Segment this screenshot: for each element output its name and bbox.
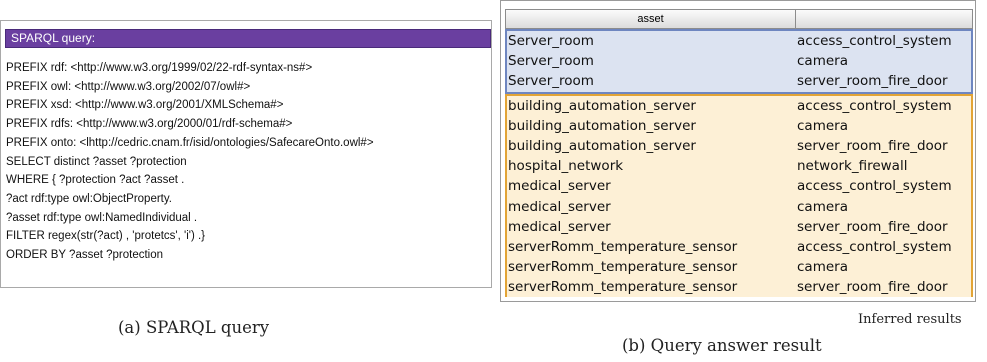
cell-asset: serverRomm_temperature_sensor: [508, 279, 738, 296]
table-row[interactable]: medical_server server_room_fire_door: [507, 217, 971, 237]
table-row[interactable]: serverRomm_temperature_sensor camera: [507, 257, 971, 277]
query-line: ?asset rdf:type owl:NamedIndividual .: [6, 211, 198, 224]
query-line: FILTER regex(str(?act) , 'protetcs', 'i'…: [6, 230, 206, 243]
query-line: WHERE { ?protection ?act ?asset .: [6, 174, 185, 187]
table-row[interactable]: medical_server camera: [507, 197, 971, 217]
cell-protection: server_room_fire_door: [797, 218, 948, 235]
query-line: PREFIX owl: <http://www.w3.org/2002/07/o…: [6, 80, 251, 93]
inferred-results-label: Inferred results: [858, 312, 962, 327]
cell-asset: Server_room: [508, 33, 594, 49]
results-table-panel: asset Server_room access_control_system Se…: [500, 0, 976, 302]
table-row[interactable]: hospital_network network_firewall: [507, 156, 971, 176]
column-header-protection[interactable]: [796, 10, 972, 28]
table-row[interactable]: medical_server access_control_system: [507, 176, 971, 196]
cell-asset: medical_server: [508, 198, 611, 215]
table-row[interactable]: building_automation_server access_control…: [507, 96, 971, 116]
table-row[interactable]: Server_room access_control_system: [507, 31, 971, 51]
cell-protection: network_firewall: [797, 158, 908, 175]
table-row[interactable]: serverRomm_temperature_sensor server_room…: [507, 277, 971, 297]
cell-asset: Server_room: [508, 73, 594, 90]
results-table-body: Server_room access_control_system Server_r…: [505, 29, 973, 298]
cell-protection: camera: [797, 117, 848, 134]
cell-asset: building_automation_server: [508, 137, 696, 154]
cell-asset: medical_server: [508, 178, 611, 195]
cell-protection: camera: [797, 198, 848, 215]
cell-protection: access_control_system: [797, 178, 952, 195]
cell-asset: building_automation_server: [508, 97, 696, 114]
query-line: ORDER BY ?asset ?protection: [6, 249, 164, 262]
query-line: SELECT distinct ?asset ?protection: [6, 155, 187, 168]
table-row[interactable]: serverRomm_temperature_sensor access_cont…: [507, 237, 971, 257]
query-line: PREFIX onto: <lhttp://cedric.cnam.fr/isi…: [6, 136, 374, 149]
query-panel-header: SPARQL query:: [5, 29, 491, 48]
cell-asset: hospital_network: [508, 158, 624, 175]
query-line: PREFIX xsd: <http://www.w3.org/2001/XMLS…: [6, 99, 284, 112]
server-room-results-group: Server_room access_control_system Server_r…: [505, 29, 973, 94]
cell-asset: serverRomm_temperature_sensor: [508, 259, 738, 276]
cell-asset: Server_room: [508, 53, 594, 70]
cell-protection: server_room_fire_door: [797, 137, 948, 154]
cell-asset: building_automation_server: [508, 117, 696, 134]
cell-asset: medical_server: [508, 218, 611, 235]
cell-protection: server_room_fire_door: [797, 279, 948, 296]
table-row[interactable]: building_automation_server server_room_fi…: [507, 136, 971, 156]
query-line: PREFIX rdfs: <http://www.w3.org/2000/01/…: [6, 118, 293, 131]
results-table-header: asset: [505, 9, 973, 29]
column-header-asset[interactable]: asset: [506, 10, 796, 28]
cell-protection: access_control_system: [797, 238, 952, 255]
cell-protection: access_control_system: [797, 33, 952, 49]
query-line: ?act rdf:type owl:ObjectProperty.: [6, 192, 172, 205]
caption-sparql-query: (a) SPARQL query: [118, 318, 270, 337]
cell-asset: serverRomm_temperature_sensor: [508, 238, 738, 255]
table-row[interactable]: building_automation_server camera: [507, 116, 971, 136]
cell-protection: access_control_system: [797, 97, 952, 114]
sparql-query-panel: SPARQL query: PREFIX rdf: <http://www.w3…: [0, 20, 492, 288]
table-row[interactable]: Server_room server_room_fire_door: [507, 71, 971, 91]
query-line: PREFIX rdf: <http://www.w3.org/1999/02/2…: [6, 62, 313, 74]
query-text[interactable]: PREFIX rdf: <http://www.w3.org/1999/02/2…: [6, 59, 490, 265]
table-row[interactable]: Server_room camera: [507, 51, 971, 71]
cell-protection: camera: [797, 259, 848, 276]
inferred-results-group: building_automation_server access_control…: [505, 93, 973, 298]
cell-protection: server_room_fire_door: [797, 73, 948, 90]
cell-protection: camera: [797, 53, 848, 70]
caption-query-answer: (b) Query answer result: [622, 336, 822, 355]
